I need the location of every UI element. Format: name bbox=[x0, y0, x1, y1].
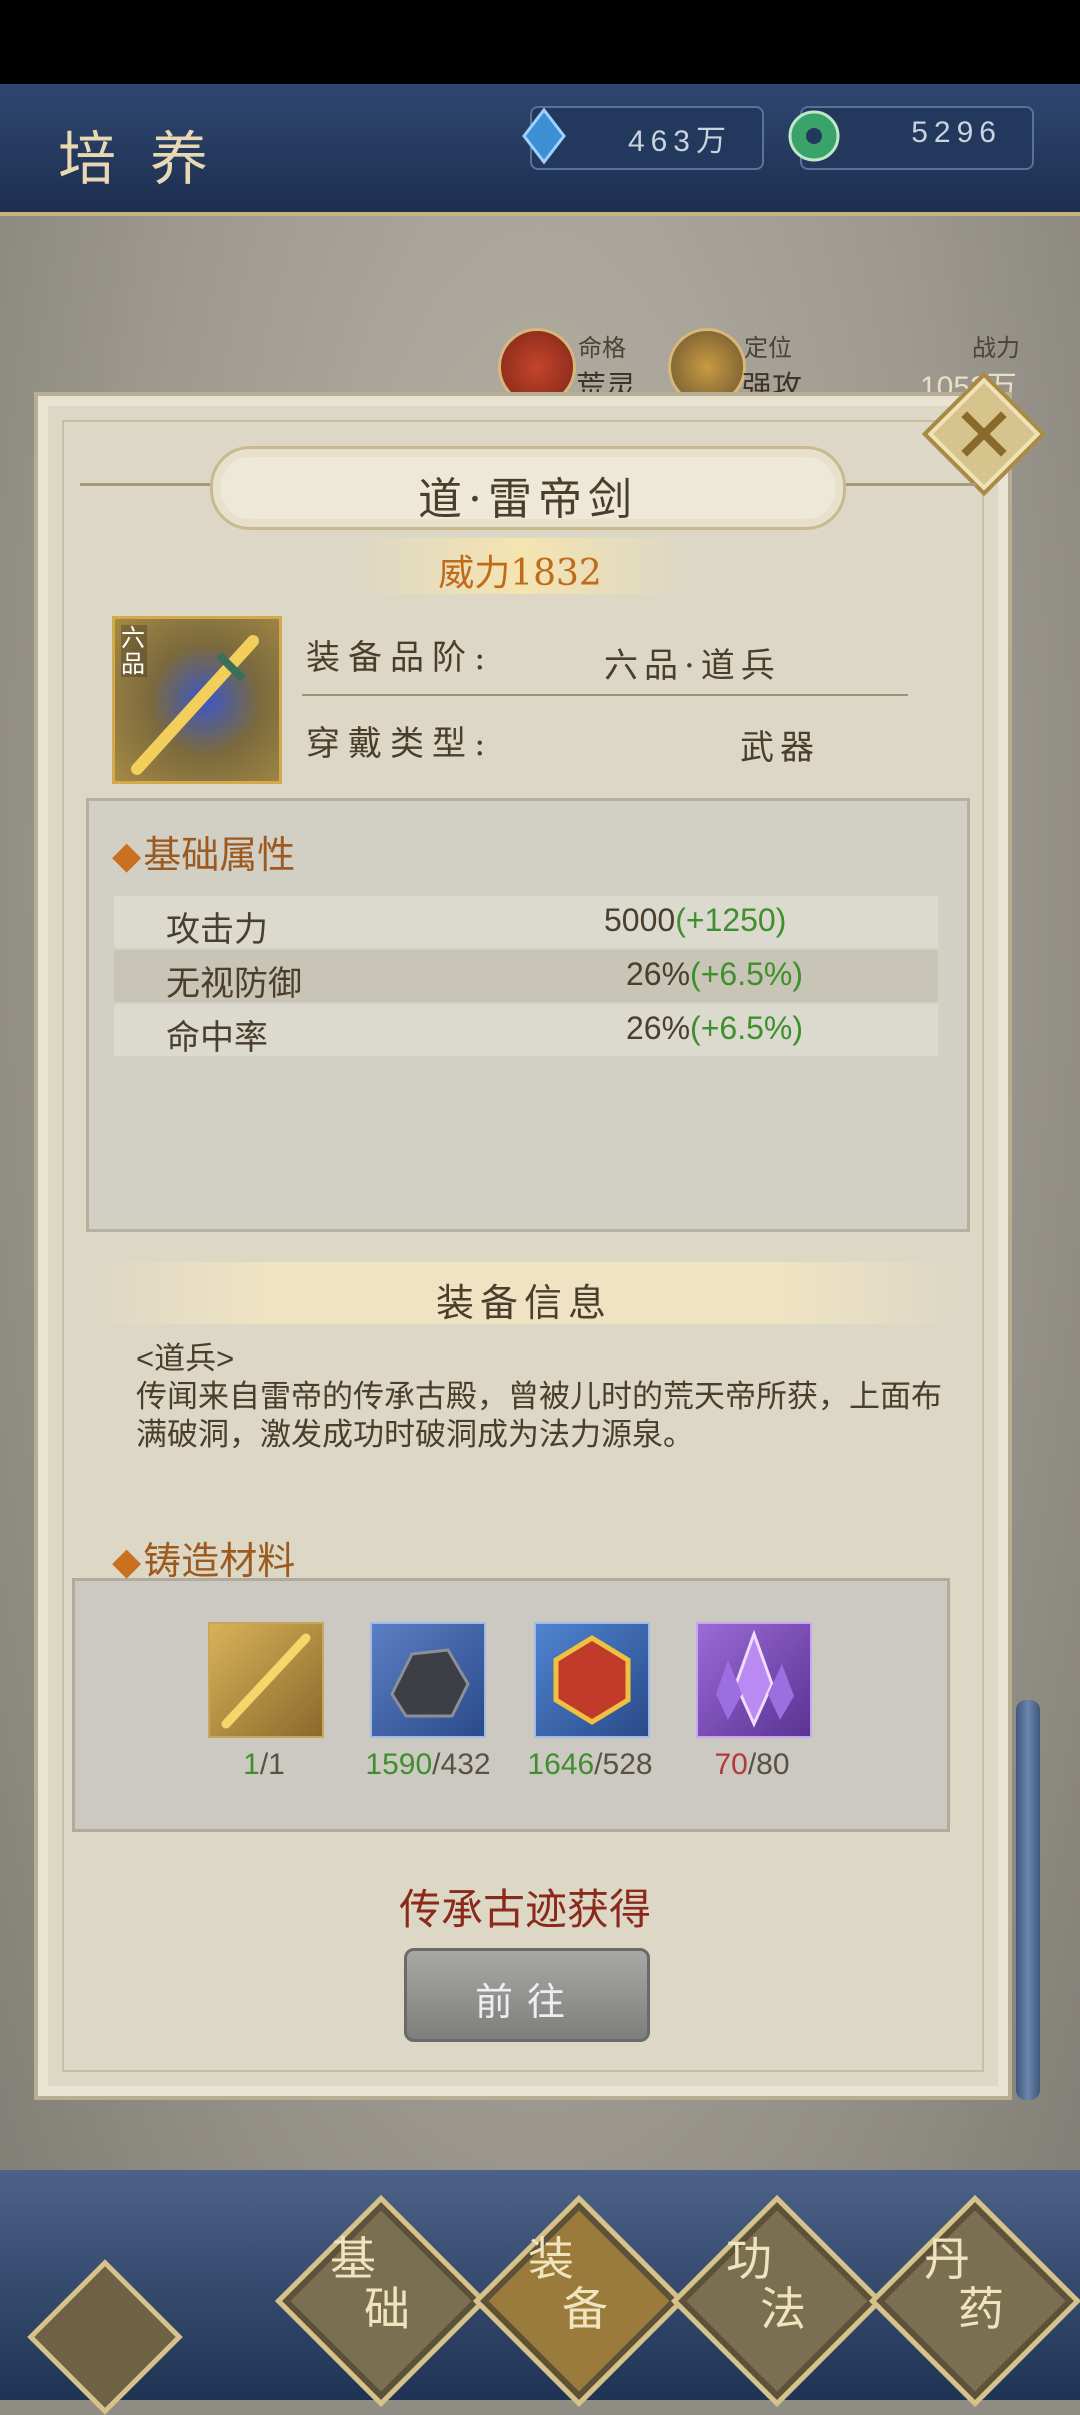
top-bar: 培养 463万 5296 bbox=[0, 84, 1080, 216]
grade-value: 六品·道兵 bbox=[604, 646, 781, 686]
role-label: 定位 bbox=[744, 335, 792, 362]
obtain-source: 传承古迹获得 bbox=[398, 1885, 651, 1934]
attr-base: 5000 bbox=[604, 902, 676, 938]
slot-label: 穿戴类型: bbox=[306, 724, 494, 764]
equipment-tag: <道兵> bbox=[136, 1341, 235, 1376]
material-red-gem[interactable] bbox=[534, 1622, 650, 1738]
equipment-description-text: 传闻来自雷帝的传承古殿，曾被儿时的荒天帝所获，上面布满破洞，激发成功时破洞成为法… bbox=[136, 1379, 942, 1452]
item-name: 道·雷帝剑 bbox=[418, 474, 638, 525]
attr-bonus: (+6.5%) bbox=[690, 1010, 803, 1046]
nav-pills-label-1: 丹 bbox=[924, 2232, 970, 2286]
attr-base: 26% bbox=[626, 956, 691, 992]
attr-name: 命中率 bbox=[166, 1019, 268, 1057]
diamond-icon: ◆ bbox=[112, 1539, 142, 1583]
attr-row: 攻击力 5000(+1250) bbox=[114, 896, 938, 949]
materials-title-text: 铸造材料 bbox=[143, 1539, 296, 1583]
fate-label: 命格 bbox=[578, 335, 626, 362]
banner-line-left bbox=[80, 483, 220, 486]
diamond-icon: ◆ bbox=[112, 833, 142, 877]
jade-coin-icon bbox=[788, 110, 840, 162]
power-label: 战力 bbox=[972, 335, 1020, 362]
attr-value: 5000(+1250) bbox=[604, 902, 786, 939]
currency-jade[interactable]: 5296 bbox=[788, 106, 1034, 170]
equipment-info-banner: 装备信息 bbox=[96, 1262, 952, 1325]
nav-pills-label-2: 药 bbox=[958, 2282, 1004, 2336]
equipment-description: <道兵> 传闻来自雷帝的传承古殿，曾被儿时的荒天帝所获，上面布满破洞，激发成功时… bbox=[136, 1340, 956, 1454]
banner-line-right bbox=[836, 483, 976, 486]
item-power-badge: 威力1832 bbox=[360, 538, 680, 594]
attr-value: 26%(+6.5%) bbox=[626, 956, 803, 993]
go-button-label: 前往 bbox=[474, 1980, 579, 2024]
attr-value: 26%(+6.5%) bbox=[626, 1010, 803, 1047]
nav-equipment-label-2: 备 bbox=[562, 2282, 608, 2336]
material-count: 1590/432 bbox=[365, 1748, 491, 1781]
nav-technique-label-1: 功 bbox=[726, 2232, 772, 2286]
currency-crystal[interactable]: 463万 bbox=[522, 106, 764, 170]
attr-name: 攻击力 bbox=[166, 911, 268, 949]
ore-icon bbox=[390, 1648, 470, 1718]
currency-crystal-value: 463万 bbox=[627, 125, 732, 158]
materials-title: ◆铸造材料 bbox=[112, 1530, 295, 1585]
sword-icon bbox=[131, 635, 259, 775]
red-gem-icon bbox=[553, 1635, 631, 1725]
nav-basic-label-2: 础 bbox=[364, 2282, 410, 2336]
material-purple-crystal[interactable] bbox=[696, 1622, 812, 1738]
material-count: 1646/528 bbox=[527, 1748, 653, 1781]
attr-row: 命中率 26%(+6.5%) bbox=[114, 1004, 938, 1057]
status-bar bbox=[0, 0, 1080, 84]
nav-technique-label-2: 法 bbox=[760, 2282, 806, 2336]
materials-box bbox=[72, 1578, 950, 1832]
base-attributes-title-text: 基础属性 bbox=[143, 833, 296, 877]
purple-crystal-icon bbox=[716, 1629, 794, 1728]
material-sword[interactable] bbox=[208, 1622, 324, 1738]
item-power: 威力1832 bbox=[438, 553, 602, 594]
material-count: 70/80 bbox=[714, 1748, 790, 1781]
grade-divider bbox=[302, 694, 908, 696]
attr-name: 无视防御 bbox=[166, 965, 302, 1003]
equipment-info-title: 装备信息 bbox=[435, 1281, 612, 1325]
currency-jade-value: 5296 bbox=[911, 116, 1002, 149]
base-attributes-title: ◆基础属性 bbox=[112, 824, 295, 879]
blue-crystal-icon bbox=[522, 107, 566, 165]
material-ore[interactable] bbox=[370, 1622, 486, 1738]
attr-base: 26% bbox=[626, 1010, 691, 1046]
attr-row: 无视防御 26%(+6.5%) bbox=[114, 950, 938, 1003]
attr-bonus: (+1250) bbox=[675, 902, 787, 938]
scroll-rod-decoration bbox=[1016, 1700, 1040, 2100]
page-title: 培养 bbox=[58, 125, 243, 193]
hero-stats: 命格 荒灵 定位 强攻 战力 1052万 bbox=[0, 322, 1080, 406]
slot-value: 武器 bbox=[740, 728, 820, 768]
item-icon[interactable]: 六品 bbox=[112, 616, 282, 784]
nav-equipment-label-1: 装 bbox=[528, 2232, 574, 2286]
nav-basic-label-1: 基 bbox=[330, 2232, 376, 2286]
attr-bonus: (+6.5%) bbox=[690, 956, 803, 992]
go-button[interactable]: 前往 bbox=[404, 1948, 650, 2042]
grade-label: 装备品阶: bbox=[306, 638, 494, 678]
material-count: 1/1 bbox=[243, 1748, 285, 1781]
sword-icon bbox=[221, 1633, 311, 1729]
item-name-banner: 道·雷帝剑 bbox=[210, 446, 846, 530]
